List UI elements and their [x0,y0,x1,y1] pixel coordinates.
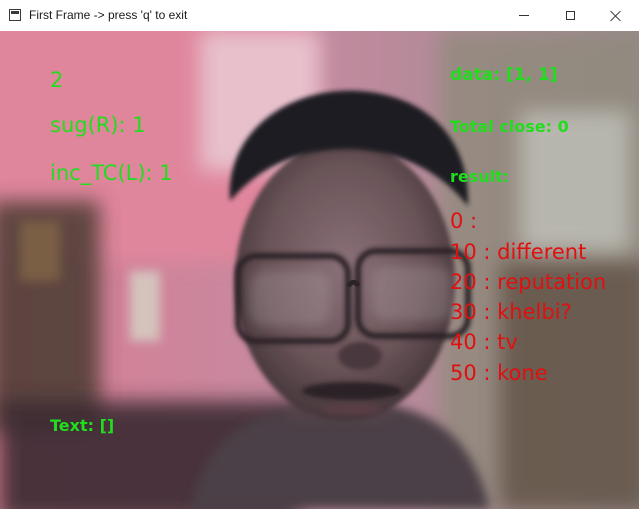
data-label: data: [1, 1] [450,65,558,85]
inc-tc-label: inc_TC(L): 1 [50,161,173,185]
close-button[interactable] [593,0,639,31]
window-title: First Frame -> press 'q' to exit [29,8,188,22]
result-line: 0 : [450,209,478,233]
camera-frame: 2 sug(R): 1 inc_TC(L): 1 Text: [] data: … [0,31,639,509]
total-close-label: Total close: 0 [450,117,569,136]
result-line: 40 : tv [450,330,518,354]
maximize-icon [565,11,575,20]
result-line: 50 : kone [450,361,548,385]
title-bar[interactable]: First Frame -> press 'q' to exit [0,0,639,32]
window-app-icon [9,9,21,21]
app-window: First Frame -> press 'q' to exit 2 sug(R… [0,0,639,509]
result-line: 20 : reputation [450,270,607,294]
result-line: 30 : khelbi? [450,300,572,324]
maximize-button[interactable] [547,0,593,31]
text-label: Text: [] [50,416,115,435]
minimize-icon [519,15,529,16]
close-icon [610,10,622,22]
count-label: 2 [50,68,64,92]
minimize-button[interactable] [501,0,547,31]
result-line: 10 : different [450,240,587,264]
sug-label: sug(R): 1 [50,113,146,137]
result-label: result: [450,167,510,186]
